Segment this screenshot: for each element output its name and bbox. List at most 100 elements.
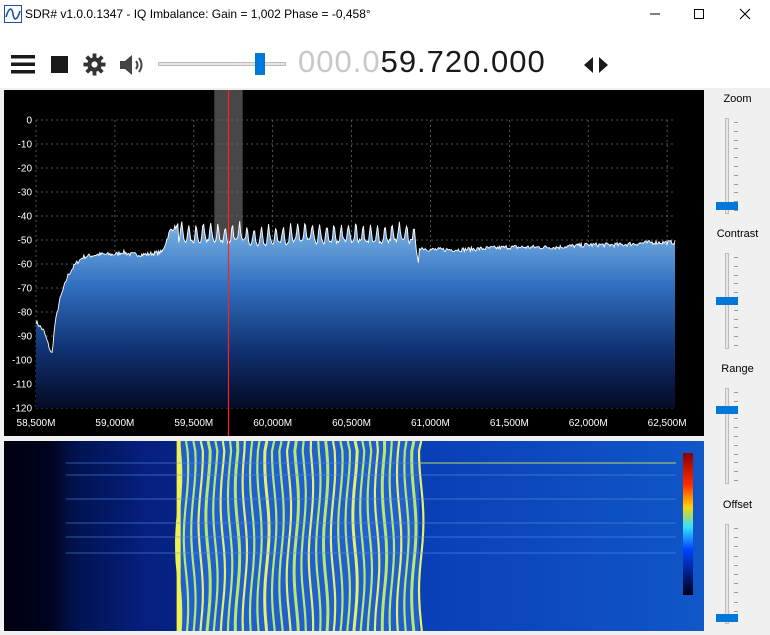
waterfall-display[interactable] <box>4 441 704 631</box>
zoom-slider-track <box>725 118 729 214</box>
slider-tick <box>734 336 738 337</box>
gear-icon[interactable] <box>83 53 106 76</box>
slider-tick <box>734 592 738 593</box>
y-tick-label: -110 <box>13 380 33 391</box>
spectrum-chart[interactable]: 0 -10 -20 -30 -40 -50 -60 -70 -80 -90 -100 -110 -120… <box>4 90 704 436</box>
x-tick-label: 59,000M <box>95 418 134 429</box>
volume-thumb[interactable] <box>255 53 265 75</box>
slider-tick <box>734 184 738 185</box>
zoom-label: Zoom <box>723 93 752 105</box>
zoom-slider[interactable] <box>716 118 738 214</box>
offset-slider[interactable] <box>716 524 738 624</box>
app-logo-icon <box>4 5 22 23</box>
x-tick-label: 61,000M <box>411 418 450 429</box>
y-tick-label: -100 <box>12 356 32 367</box>
slider-tick <box>734 166 738 167</box>
slider-tick <box>734 210 738 211</box>
slider-tick <box>734 310 738 311</box>
slider-tick <box>734 175 738 176</box>
y-tick-label: -40 <box>18 212 33 223</box>
slider-tick <box>734 537 738 538</box>
sidebar: Zoom Contrast Range Offset <box>705 88 770 635</box>
x-tick-label: 60,500M <box>332 418 371 429</box>
slider-tick <box>734 140 738 141</box>
slider-tick <box>734 292 738 293</box>
slider-tick <box>734 122 738 123</box>
slider-tick <box>734 462 738 463</box>
waterfall-panel[interactable] <box>4 441 704 631</box>
slider-thumb[interactable] <box>716 406 738 414</box>
slider-tick <box>734 283 738 284</box>
slider-tick <box>734 445 738 446</box>
slider-tick <box>734 192 738 193</box>
contrast-label: Contrast <box>716 228 759 240</box>
volume-slider[interactable] <box>158 50 286 78</box>
hamburger-menu-icon[interactable] <box>11 53 35 75</box>
offset-label: Offset <box>722 499 753 511</box>
slider-tick <box>734 131 738 132</box>
y-tick-label: -90 <box>18 332 33 343</box>
stop-square-icon[interactable] <box>51 56 68 73</box>
x-tick-label: 61,500M <box>490 418 529 429</box>
y-tick-label: -80 <box>18 308 33 319</box>
waterfall-band-edge <box>176 441 181 631</box>
range-label: Range <box>721 363 754 375</box>
y-tick-label: -70 <box>18 284 33 295</box>
x-tick-label: 62,000M <box>569 418 608 429</box>
slider-tick <box>734 528 738 529</box>
slider-tick <box>734 611 738 612</box>
range-slider-track <box>725 388 729 484</box>
spectrum-panel[interactable]: 0 -10 -20 -30 -40 -50 -60 -70 -80 -90 -100 -110 -120… <box>4 90 704 436</box>
y-tick-label: 0 <box>26 116 32 127</box>
maximize-button[interactable] <box>676 0 722 28</box>
y-tick-label: -120 <box>12 404 32 415</box>
slider-tick <box>734 327 738 328</box>
slider-tick <box>734 345 738 346</box>
x-tick-label: 62,500M <box>648 418 687 429</box>
slider-tick <box>734 275 738 276</box>
x-tick-label: 60,000M <box>253 418 292 429</box>
spectrum-area <box>36 221 675 408</box>
contrast-slider[interactable] <box>716 253 738 349</box>
minimize-icon <box>650 13 660 15</box>
close-button[interactable] <box>722 0 768 28</box>
speaker-icon[interactable] <box>118 53 146 77</box>
offset-slider-track <box>725 524 729 624</box>
minimize-button[interactable] <box>632 0 678 28</box>
volume-track <box>158 62 286 66</box>
title-bar: SDR# v1.0.0.1347 - IQ Imbalance: Gain = … <box>0 0 770 28</box>
slider-tick <box>734 401 738 402</box>
slider-tick <box>734 157 738 158</box>
y-tick-label: -30 <box>18 188 33 199</box>
slider-tick <box>734 266 738 267</box>
slider-tick <box>734 471 738 472</box>
slider-tick <box>734 418 738 419</box>
slider-tick <box>734 546 738 547</box>
slider-tick <box>734 392 738 393</box>
y-tick-label: -50 <box>18 236 33 247</box>
y-tick-label: -60 <box>18 260 33 271</box>
y-tick-label: -10 <box>18 140 33 151</box>
toolbar: 000.059.720.000 <box>0 28 770 88</box>
slider-tick <box>734 480 738 481</box>
x-tick-label: 59,500M <box>174 418 213 429</box>
left-right-arrows-icon[interactable] <box>583 56 609 74</box>
range-slider[interactable] <box>716 388 738 484</box>
slider-thumb[interactable] <box>716 614 738 622</box>
x-tick-label: 58,500M <box>17 418 56 429</box>
frequency-display[interactable]: 000.059.720.000 <box>298 44 546 80</box>
slider-thumb[interactable] <box>716 202 738 210</box>
close-icon <box>739 8 751 20</box>
frequency-leading-zeros: 000.0 <box>298 44 381 79</box>
waterfall-color-scale <box>683 453 693 595</box>
slider-tick <box>734 454 738 455</box>
y-tick-label: -20 <box>18 164 33 175</box>
slider-tick <box>734 257 738 258</box>
slider-tick <box>734 556 738 557</box>
slider-tick <box>734 319 738 320</box>
slider-thumb[interactable] <box>716 297 738 305</box>
slider-tick <box>734 602 738 603</box>
slider-tick <box>734 427 738 428</box>
slider-tick <box>734 565 738 566</box>
window-title: SDR# v1.0.0.1347 - IQ Imbalance: Gain = … <box>25 7 371 21</box>
